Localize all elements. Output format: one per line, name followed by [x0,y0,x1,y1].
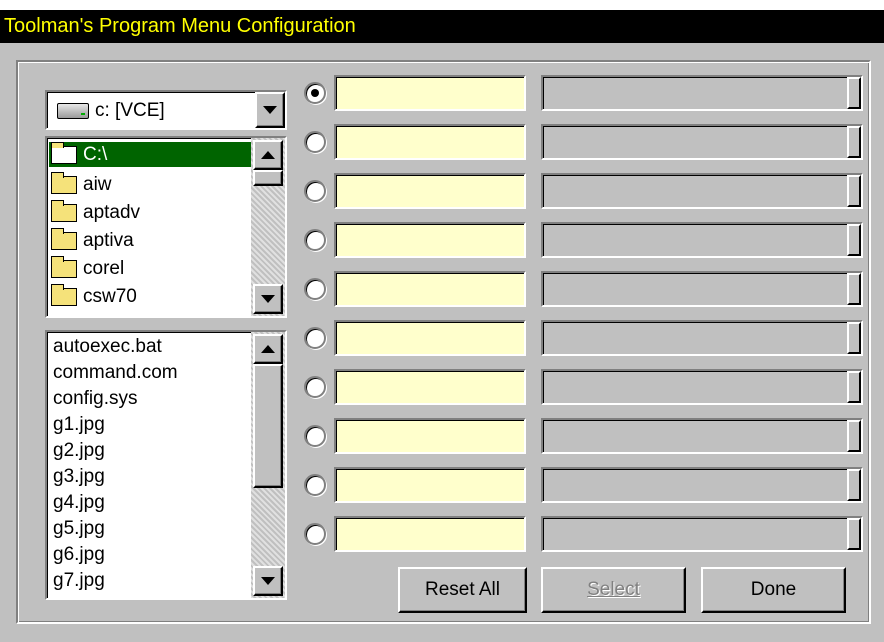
folder-icon [51,171,77,194]
scroll-down-button[interactable] [253,284,283,314]
file-item[interactable]: command.com [53,360,178,386]
menu-slot-radio-8[interactable] [304,425,326,447]
file-item[interactable]: g7.jpg [53,568,105,594]
menu-slot-radio-6[interactable] [304,327,326,349]
menu-slot-path-5[interactable] [541,271,863,307]
directory-label: corel [83,257,125,279]
menu-slot-name-7[interactable] [334,369,526,405]
slot-knob [847,322,861,354]
slot-knob [847,77,861,109]
menu-slot-radio-10[interactable] [304,523,326,545]
directory-scrollbar[interactable] [251,138,285,316]
folder-icon [51,227,77,250]
menu-slot-path-4[interactable] [541,222,863,258]
menu-slot-name-2[interactable] [334,124,526,160]
chevron-down-icon [263,106,277,114]
directory-label: C:\ [83,143,108,165]
menu-slot-path-2[interactable] [541,124,863,160]
file-scrollbar[interactable] [251,332,285,598]
directory-label: aiw [83,173,112,195]
menu-slot-name-3[interactable] [334,173,526,209]
menu-slot-radio-2[interactable] [304,131,326,153]
hard-drive-icon [57,103,89,119]
menu-slot-radio-3[interactable] [304,180,326,202]
menu-slot-radio-5[interactable] [304,278,326,300]
scroll-up-button[interactable] [253,334,283,364]
scroll-thumb[interactable] [253,364,283,488]
drive-label: c: [VCE] [95,100,165,121]
folder-icon [51,199,77,222]
menu-slot-name-6[interactable] [334,320,526,356]
directory-list[interactable]: C:\ aiw aptadv aptiva corel csw70 [45,136,287,318]
slot-knob [847,273,861,305]
open-folder-icon [51,141,77,164]
slot-knob [847,469,861,501]
directory-item-current[interactable]: C:\ [49,141,251,167]
menu-slot-path-7[interactable] [541,369,863,405]
file-item[interactable]: g1.jpg [53,412,105,438]
directory-label: aptadv [83,201,141,223]
menu-slot-radio-7[interactable] [304,376,326,398]
slot-knob [847,224,861,256]
menu-slot-path-3[interactable] [541,173,863,209]
file-item[interactable]: g6.jpg [53,542,105,568]
directory-item[interactable]: csw70 [51,283,137,309]
file-item[interactable]: config.sys [53,386,137,412]
slot-knob [847,126,861,158]
directory-label: csw70 [83,285,137,307]
directory-item[interactable]: corel [51,255,125,281]
file-item[interactable]: g5.jpg [53,516,105,542]
menu-slot-path-10[interactable] [541,516,863,552]
scroll-up-button[interactable] [253,140,283,170]
menu-slot-path-1[interactable] [541,75,863,111]
window-title: Toolman's Program Menu Configuration [0,10,884,43]
menu-slot-name-10[interactable] [334,516,526,552]
folder-icon [51,255,77,278]
menu-slot-path-6[interactable] [541,320,863,356]
menu-slot-path-8[interactable] [541,418,863,454]
menu-slot-path-9[interactable] [541,467,863,503]
arrow-down-icon [261,577,275,585]
file-item[interactable]: g3.jpg [53,464,105,490]
file-list[interactable]: autoexec.bat command.com config.sys g1.j… [45,330,287,600]
slot-knob [847,371,861,403]
menu-slot-name-9[interactable] [334,467,526,503]
scroll-down-button[interactable] [253,566,283,596]
menu-slot-name-1[interactable] [334,75,526,111]
slot-knob [847,420,861,452]
select-button[interactable]: Select [541,567,686,613]
scroll-thumb[interactable] [253,170,283,186]
config-window: Toolman's Program Menu Configuration c: … [0,10,884,642]
arrow-up-icon [261,151,275,159]
menu-slot-radio-4[interactable] [304,229,326,251]
menu-slot-radio-1[interactable] [304,82,326,104]
directory-item[interactable]: aptadv [51,199,141,225]
done-button[interactable]: Done [701,567,846,613]
file-item[interactable]: g2.jpg [53,438,105,464]
menu-slot-radio-9[interactable] [304,474,326,496]
directory-item[interactable]: aptiva [51,227,134,253]
folder-icon [51,283,77,306]
reset-all-button[interactable]: Reset All [398,567,527,613]
select-button-label: Select [587,579,640,600]
slot-knob [847,175,861,207]
slot-knob [847,518,861,550]
drive-dropdown-button[interactable] [255,92,285,128]
arrow-up-icon [261,345,275,353]
menu-slot-name-4[interactable] [334,222,526,258]
directory-item[interactable]: aiw [51,171,112,197]
directory-label: aptiva [83,229,134,251]
menu-slot-name-5[interactable] [334,271,526,307]
arrow-down-icon [261,295,275,303]
file-item[interactable]: g4.jpg [53,490,105,516]
file-item[interactable]: autoexec.bat [53,334,162,360]
menu-slot-name-8[interactable] [334,418,526,454]
drive-select[interactable]: c: [VCE] [45,90,287,130]
